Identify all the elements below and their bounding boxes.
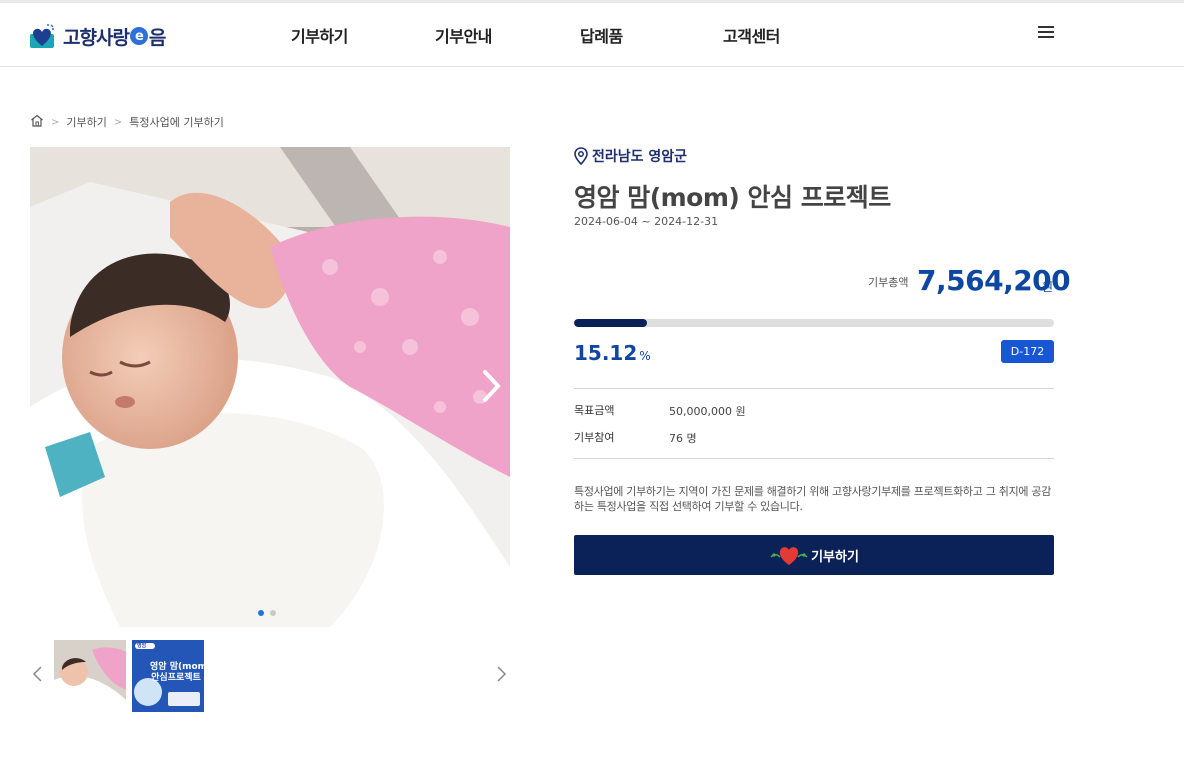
slide-indicator <box>258 610 276 616</box>
project-description: 특정사업에 기부하기는 지역이 가진 문제를 해결하기 위해 고향사랑기부제를 … <box>574 485 1052 513</box>
logo-heart-icon <box>29 22 57 50</box>
thumb-prev-arrow-icon[interactable] <box>31 664 45 684</box>
donation-progress-fill <box>574 319 647 327</box>
thumb-next-arrow-icon[interactable] <box>494 664 508 684</box>
poster-title-line-1: 영암 맘(mom) <box>150 662 204 672</box>
total-donation-unit: 원 <box>1042 280 1054 294</box>
location-pin-icon <box>574 147 588 165</box>
site-logo[interactable]: 고향사랑 e 음 <box>29 21 167 51</box>
nav-customer-center[interactable]: 고객센터 <box>723 23 780 47</box>
thumbnail-poster[interactable]: 영암 영암 맘(mom) 안심프로젝트 <box>132 640 204 712</box>
photo-next-arrow-icon[interactable] <box>478 368 504 404</box>
poster-badge: 영암 <box>137 643 147 649</box>
donate-button[interactable]: 기부하기 <box>574 535 1054 575</box>
project-period: 2024-06-04 ~ 2024-12-31 <box>574 215 719 228</box>
breadcrumb: > 기부하기 > 특정사업에 기부하기 <box>30 114 224 130</box>
site-header: 고향사랑 e 음 기부하기 기부안내 답례품 고객센터 <box>0 3 1184 67</box>
logo-wordmark: 고향사랑 e 음 <box>63 23 167 50</box>
breadcrumb-donate[interactable]: 기부하기 <box>66 114 106 130</box>
thumbnail-newborn[interactable] <box>54 640 126 712</box>
hamburger-icon[interactable] <box>1038 26 1054 40</box>
progress-percent-sign: % <box>639 349 651 363</box>
region-label: 전라남도 영암군 <box>574 145 687 167</box>
main-photo-newborn[interactable] <box>30 147 510 627</box>
divider <box>574 458 1054 459</box>
participants-label: 기부참여 <box>574 431 615 444</box>
project-title: 영암 맘(mom) 안심 프로젝트 <box>574 183 891 212</box>
nav-donation-guide[interactable]: 기부안내 <box>435 23 492 47</box>
logo-text-main: 고향사랑 <box>63 26 130 49</box>
donate-button-label: 기부하기 <box>811 549 859 565</box>
total-donation-label: 기부총액 <box>868 276 909 289</box>
divider <box>574 388 1054 389</box>
home-icon[interactable] <box>30 114 44 130</box>
breadcrumb-specific-project[interactable]: 특정사업에 기부하기 <box>129 114 224 130</box>
logo-text-end: 음 <box>148 26 167 49</box>
heart-icon <box>770 547 808 565</box>
dday-badge: D-172 <box>1001 340 1054 363</box>
participants-value: 76 명 <box>669 432 697 445</box>
nav-gifts[interactable]: 답례품 <box>580 23 623 47</box>
slide-dot-1[interactable] <box>258 610 264 616</box>
region-name: 전라남도 영암군 <box>592 149 688 165</box>
slide-dot-2[interactable] <box>270 610 276 616</box>
progress-percent: 15.12% <box>574 341 651 365</box>
nav-donate[interactable]: 기부하기 <box>291 23 348 47</box>
progress-percent-value: 15.12 <box>574 341 638 365</box>
donation-progress-bar <box>574 319 1054 327</box>
poster-title-line-2: 안심프로젝트 <box>151 673 201 683</box>
goal-amount-value: 50,000,000 원 <box>669 405 746 418</box>
breadcrumb-separator-icon: > <box>113 116 123 128</box>
logo-e-mark: e <box>129 27 148 45</box>
goal-amount-label: 목표금액 <box>574 404 615 417</box>
breadcrumb-separator-icon: > <box>51 116 60 128</box>
